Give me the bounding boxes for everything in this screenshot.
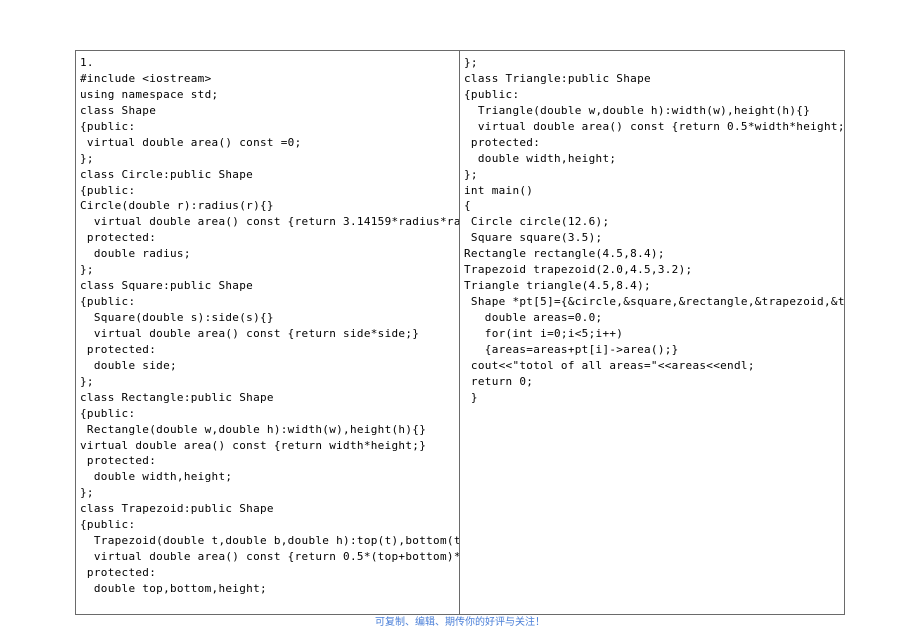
code-line: 1. — [80, 55, 455, 71]
code-line: double side; — [80, 358, 455, 374]
code-line: return 0; — [464, 374, 840, 390]
code-line: protected: — [80, 342, 455, 358]
code-line: virtual double area() const {return side… — [80, 326, 455, 342]
code-line: double top,bottom,height; — [80, 581, 455, 597]
code-line: Circle(double r):radius(r){} — [80, 198, 455, 214]
code-line: Triangle(double w,double h):width(w),hei… — [464, 103, 840, 119]
code-line: {public: — [80, 517, 455, 533]
code-line: for(int i=0;i<5;i++) — [464, 326, 840, 342]
code-line: double width,height; — [464, 151, 840, 167]
code-line: virtual double area() const {return 3.14… — [80, 214, 455, 230]
code-line: Rectangle(double w,double h):width(w),he… — [80, 422, 455, 438]
code-line: class Square:public Shape — [80, 278, 455, 294]
left-code-column: 1.#include <iostream>using namespace std… — [76, 51, 460, 614]
code-container: 1.#include <iostream>using namespace std… — [75, 50, 845, 615]
code-line: protected: — [80, 565, 455, 581]
code-line: }; — [464, 167, 840, 183]
code-line: int main() — [464, 183, 840, 199]
right-code-column: };class Triangle:public Shape{public: Tr… — [460, 51, 844, 614]
code-line: virtual double area() const {return 0.5*… — [464, 119, 840, 135]
code-line: double radius; — [80, 246, 455, 262]
code-line: Circle circle(12.6); — [464, 214, 840, 230]
code-line: class Rectangle:public Shape — [80, 390, 455, 406]
code-line: protected: — [80, 453, 455, 469]
code-line: Square square(3.5); — [464, 230, 840, 246]
code-line: }; — [464, 55, 840, 71]
code-line: double width,height; — [80, 469, 455, 485]
code-line: virtual double area() const =0; — [80, 135, 455, 151]
code-line: protected: — [80, 230, 455, 246]
code-line: using namespace std; — [80, 87, 455, 103]
code-line: { — [464, 198, 840, 214]
code-line: {public: — [80, 183, 455, 199]
code-line: {areas=areas+pt[i]->area();} — [464, 342, 840, 358]
code-line: }; — [80, 151, 455, 167]
code-line: class Shape — [80, 103, 455, 119]
code-line: Trapezoid(double t,double b,double h):to… — [80, 533, 455, 549]
code-line: } — [464, 390, 840, 406]
code-line: {public: — [80, 294, 455, 310]
code-line: }; — [80, 485, 455, 501]
code-line: Rectangle rectangle(4.5,8.4); — [464, 246, 840, 262]
code-line: {public: — [80, 406, 455, 422]
code-line: cout<<"totol of all areas="<<areas<<endl… — [464, 358, 840, 374]
code-line: class Trapezoid:public Shape — [80, 501, 455, 517]
code-line: #include <iostream> — [80, 71, 455, 87]
footer-note: 可复制、编辑、期传你的好评与关注！ — [0, 613, 920, 628]
code-line: Shape *pt[5]={&circle,&square,&rectangle… — [464, 294, 840, 310]
code-line: Square(double s):side(s){} — [80, 310, 455, 326]
code-line: protected: — [464, 135, 840, 151]
code-line: }; — [80, 374, 455, 390]
code-line: Triangle triangle(4.5,8.4); — [464, 278, 840, 294]
code-line: {public: — [80, 119, 455, 135]
code-line: class Circle:public Shape — [80, 167, 455, 183]
code-line: class Triangle:public Shape — [464, 71, 840, 87]
code-line: Trapezoid trapezoid(2.0,4.5,3.2); — [464, 262, 840, 278]
code-line: {public: — [464, 87, 840, 103]
code-line: }; — [80, 262, 455, 278]
code-line: virtual double area() const {return 0.5*… — [80, 549, 455, 565]
code-line: virtual double area() const {return widt… — [80, 438, 455, 454]
code-line: double areas=0.0; — [464, 310, 840, 326]
